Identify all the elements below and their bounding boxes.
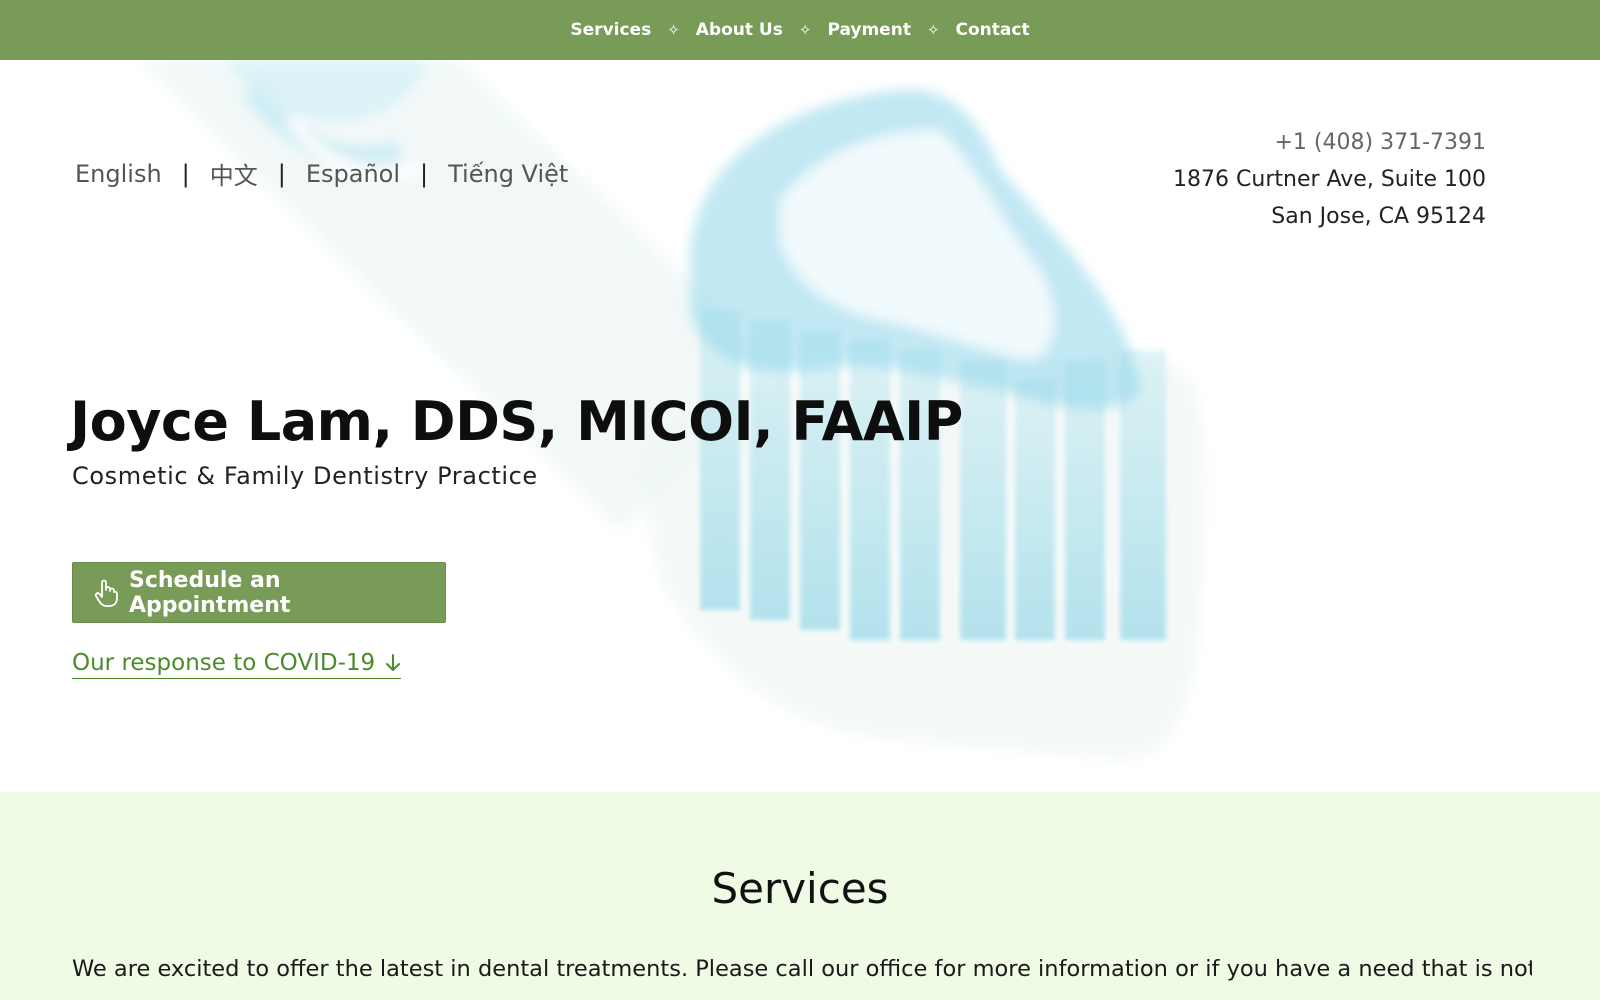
contact-info: +1 (408) 371-7391 1876 Curtner Ave, Suit… [1173,124,1486,235]
nav-link-payment[interactable]: Payment [827,20,911,40]
nav-separator: ✧ [667,20,680,39]
covid-response-link[interactable]: Our response to COVID-19 [72,650,402,679]
nav-link-about-us[interactable]: About Us [696,20,783,40]
language-vietnamese[interactable]: Tiếng Việt [448,160,568,188]
nav-link-services[interactable]: Services [570,20,651,40]
language-english[interactable]: English [75,160,162,188]
language-separator: | [181,159,190,188]
pointer-hand-icon [93,578,119,608]
phone-link[interactable]: +1 (408) 371-7391 [1173,124,1487,161]
schedule-appointment-button[interactable]: Schedule an Appointment [72,562,446,623]
services-heading: Services [711,864,889,913]
services-intro-text: We are excited to offer the latest in de… [72,956,1532,982]
covid-link-label: Our response to COVID-19 [72,650,376,676]
page-title: Joyce Lam, DDS, MICOI, FAAIP [70,390,963,453]
nav-link-contact[interactable]: Contact [956,20,1030,40]
top-navigation: Services ✧ About Us ✧ Payment ✧ Contact [0,0,1600,60]
address-line-2: San Jose, CA 95124 [1271,204,1486,229]
page-subtitle: Cosmetic & Family Dentistry Practice [72,462,538,490]
language-separator: | [277,159,286,188]
language-selector: English | 中文 | Español | Tiếng Việt [75,156,568,191]
language-chinese[interactable]: 中文 [210,156,258,191]
language-separator: | [420,159,429,188]
nav-separator: ✧ [926,20,940,39]
hero-section: English | 中文 | Español | Tiếng Việt +1 (… [0,60,1600,792]
schedule-appointment-label: Schedule an Appointment [129,567,291,618]
language-spanish[interactable]: Español [306,160,400,188]
services-section: Services We are excited to offer the lat… [0,792,1600,1000]
nav-separator: ✧ [798,20,812,39]
arrow-down-icon [385,653,401,673]
address-line-1: 1876 Curtner Ave, Suite 100 [1173,167,1486,192]
